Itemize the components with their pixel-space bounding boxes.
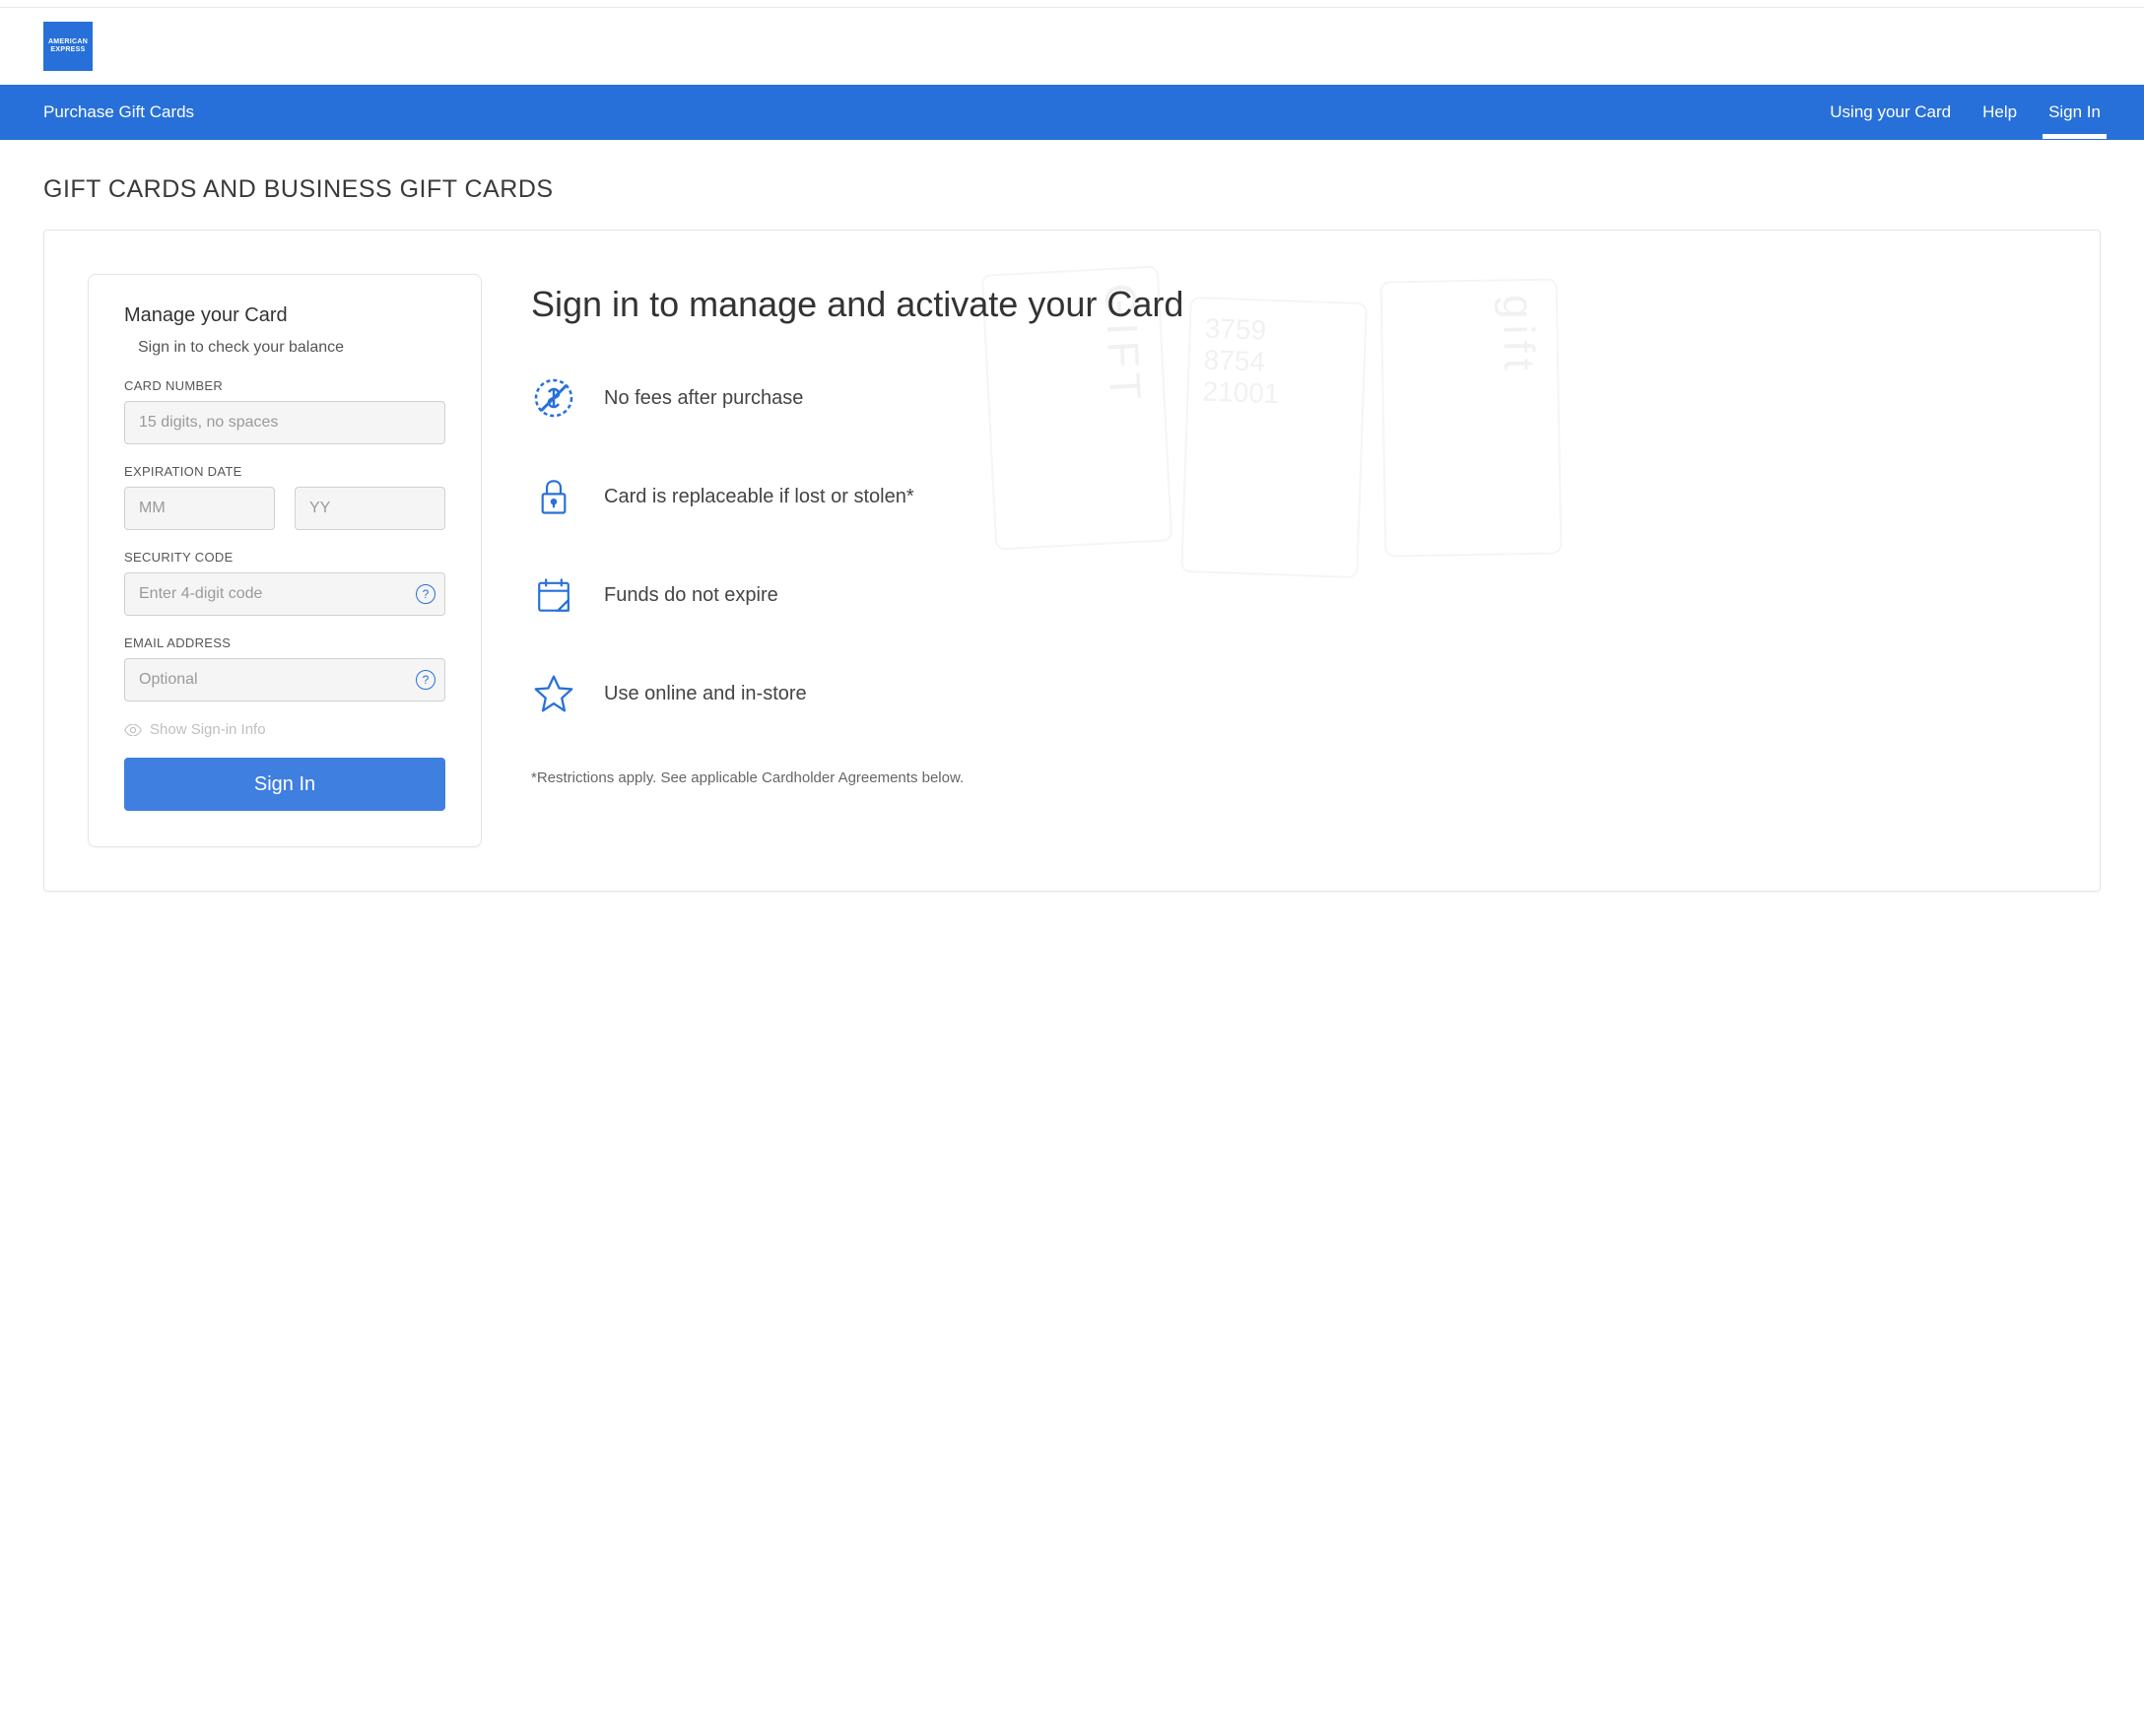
security-code-label: SECURITY CODE: [124, 550, 445, 565]
benefit-no-expire: Funds do not expire: [531, 572, 2056, 618]
expiration-label: EXPIRATION DATE: [124, 464, 445, 479]
benefit-text: Use online and in-store: [604, 683, 807, 705]
star-icon: [531, 671, 576, 716]
form-subtitle: Sign in to check your balance: [138, 339, 445, 357]
security-help-icon[interactable]: ?: [416, 584, 436, 604]
security-code-input[interactable]: [124, 572, 445, 616]
benefit-replaceable: Card is replaceable if lost or stolen*: [531, 474, 2056, 519]
page-title: GIFT CARDS AND BUSINESS GIFT CARDS: [0, 140, 2144, 230]
email-input[interactable]: [124, 658, 445, 701]
nav-help[interactable]: Help: [1982, 87, 2017, 138]
expiration-month-input[interactable]: [124, 487, 275, 530]
sign-in-button[interactable]: Sign In: [124, 758, 445, 811]
show-signin-info-toggle[interactable]: Show Sign-in Info: [124, 721, 445, 738]
top-strip: [0, 0, 2144, 8]
card-number-input[interactable]: [124, 401, 445, 444]
benefit-text: Funds do not expire: [604, 584, 778, 607]
benefit-text: Card is replaceable if lost or stolen*: [604, 486, 914, 508]
calendar-icon: [531, 572, 576, 618]
nav-using-your-card[interactable]: Using your Card: [1830, 87, 1951, 138]
logo-bar: AMERICAN EXPRESS: [0, 8, 2144, 85]
info-panel: Sign in to manage and activate your Card…: [531, 274, 2056, 847]
benefit-online-instore: Use online and in-store: [531, 671, 2056, 716]
no-fees-icon: [531, 375, 576, 421]
benefit-no-fees: No fees after purchase: [531, 375, 2056, 421]
email-label: EMAIL ADDRESS: [124, 635, 445, 650]
disclaimer-text: *Restrictions apply. See applicable Card…: [531, 769, 2056, 786]
card-number-label: CARD NUMBER: [124, 378, 445, 393]
email-help-icon[interactable]: ?: [416, 670, 436, 690]
form-heading: Manage your Card: [124, 304, 445, 327]
show-signin-info-label: Show Sign-in Info: [150, 721, 266, 738]
nav-bar: Purchase Gift Cards Using your Card Help…: [0, 85, 2144, 140]
manage-card-panel: Manage your Card Sign in to check your b…: [88, 274, 482, 847]
eye-icon: [124, 724, 142, 736]
lock-icon: [531, 474, 576, 519]
logo-line1: AMERICAN: [48, 38, 88, 46]
benefit-text: No fees after purchase: [604, 387, 803, 410]
logo-line2: EXPRESS: [50, 46, 85, 54]
expiration-year-input[interactable]: [295, 487, 445, 530]
nav-purchase-gift-cards[interactable]: Purchase Gift Cards: [43, 102, 194, 122]
info-title: Sign in to manage and activate your Card: [531, 282, 2056, 326]
amex-logo[interactable]: AMERICAN EXPRESS: [43, 22, 93, 71]
nav-right: Using your Card Help Sign In: [1830, 87, 2101, 138]
nav-sign-in[interactable]: Sign In: [2048, 87, 2101, 138]
main-container: GIFT 3759875421001 gift Manage your Card…: [43, 230, 2101, 892]
